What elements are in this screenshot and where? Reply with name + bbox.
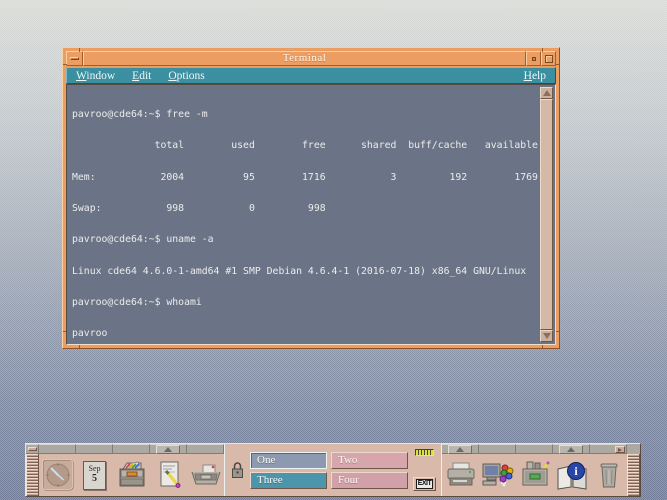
strip-segment — [553, 444, 590, 454]
workspace-button-one[interactable]: One — [250, 452, 327, 469]
workspace-button-four[interactable]: Four — [331, 472, 408, 489]
file-cabinet-icon — [116, 460, 148, 490]
terminal-content[interactable]: pavroo@cde64:~$ free -m total used free … — [66, 84, 556, 345]
terminal-line: pavroo@cde64:~$ whoami — [72, 298, 537, 308]
arrow-down-icon — [543, 333, 551, 339]
minimize-button[interactable] — [526, 51, 541, 66]
strip-grip-cap — [26, 444, 39, 454]
scroll-down-button[interactable] — [540, 330, 553, 342]
calendar-month: Sep — [84, 464, 105, 474]
front-panel: Sep 5 — [25, 443, 641, 497]
resize-notch — [63, 64, 67, 65]
arrow-up-icon — [164, 447, 172, 452]
text-editor-button[interactable] — [150, 460, 187, 490]
workspace-button-three[interactable]: Three — [250, 472, 327, 489]
trash-button[interactable] — [590, 460, 627, 490]
panel-grip-left[interactable] — [26, 454, 39, 496]
strip-segment — [516, 444, 553, 454]
titlebar[interactable]: Terminal — [66, 51, 556, 66]
busy-light-indicator — [415, 449, 434, 456]
scrollbar-thumb[interactable] — [540, 99, 553, 330]
subpanel-strip-right — [442, 444, 640, 454]
strip-segment — [76, 444, 113, 454]
panel-grip-right[interactable] — [627, 454, 640, 496]
strip-segment — [150, 444, 187, 454]
lock-icon[interactable] — [230, 460, 245, 480]
clock-icon — [42, 459, 74, 491]
scroll-up-button[interactable] — [540, 87, 553, 99]
strip-segment — [187, 444, 224, 454]
panel-minimize-icon[interactable] — [615, 446, 625, 453]
workspace-button-two[interactable]: Two — [331, 452, 408, 469]
style-manager-icon — [481, 460, 515, 490]
maximize-button[interactable] — [541, 51, 556, 66]
printer-icon — [445, 461, 477, 489]
strip-segment — [590, 444, 627, 454]
subpanel-arrow-apps[interactable] — [156, 445, 180, 454]
resize-notch — [542, 48, 543, 52]
arrow-up-icon — [456, 447, 464, 452]
arrow-up-icon — [567, 447, 575, 452]
terminal-line: pavroo@cde64:~$ uname -a — [72, 235, 537, 245]
menu-help[interactable]: Help — [524, 70, 546, 82]
resize-notch — [79, 48, 80, 52]
terminal-line: pavroo — [72, 329, 537, 339]
menu-edit[interactable]: Edit — [132, 70, 151, 82]
clock-button[interactable] — [39, 459, 76, 491]
window-menu-icon — [70, 57, 79, 60]
application-manager-button[interactable] — [516, 460, 553, 490]
window-title[interactable]: Terminal — [83, 51, 526, 66]
exit-label: EXIT — [416, 479, 434, 489]
calendar-day: 5 — [84, 474, 105, 484]
minimize-icon — [532, 57, 536, 61]
arrow-up-icon — [543, 90, 551, 96]
window-menu-button[interactable] — [66, 51, 83, 66]
menubar: Window Edit Options Help — [66, 67, 556, 84]
resize-notch — [555, 64, 559, 65]
menu-window[interactable]: Window — [76, 70, 115, 82]
maximize-icon — [545, 55, 553, 63]
style-manager-button[interactable] — [479, 460, 516, 490]
scrollbar[interactable] — [540, 87, 553, 342]
help-book-icon: i — [555, 460, 589, 490]
terminal-text[interactable]: pavroo@cde64:~$ free -m total used free … — [72, 89, 537, 341]
calendar-button[interactable]: Sep 5 — [76, 461, 113, 490]
workspace-buttons: One Two Three Four — [250, 452, 408, 489]
notepad-pencil-icon — [154, 460, 184, 490]
help-manager-button[interactable]: i — [553, 460, 590, 490]
terminal-line: Swap: 998 0 998 — [72, 204, 537, 214]
strip-segment — [479, 444, 516, 454]
arrow-right-icon — [618, 448, 622, 452]
menu-options[interactable]: Options — [168, 70, 204, 82]
subpanel-arrow-printers[interactable] — [448, 445, 472, 454]
terminal-window[interactable]: Terminal Window Edit Options Help pavroo… — [62, 47, 560, 349]
exit-button[interactable]: EXIT — [413, 477, 436, 491]
terminal-line: pavroo@cde64:~$ free -m — [72, 110, 537, 120]
terminal-line: Linux cde64 4.6.0-1-amd64 #1 SMP Debian … — [72, 267, 537, 277]
app-drawer-icon — [519, 460, 551, 490]
terminal-line: total used free shared buff/cache availa… — [72, 141, 537, 151]
trash-can-icon — [597, 460, 621, 490]
mailer-button[interactable] — [187, 462, 224, 488]
file-manager-button[interactable] — [113, 460, 150, 490]
printer-button[interactable] — [442, 461, 479, 489]
strip-segment — [442, 444, 479, 454]
strip-segment — [39, 444, 76, 454]
workspace-switcher: One Two Three Four EXIT — [224, 444, 442, 496]
subpanel-strip-left — [26, 444, 224, 454]
panel-handle-icon[interactable] — [28, 447, 37, 451]
mail-tray-icon — [189, 462, 223, 488]
calendar-icon: Sep 5 — [83, 461, 106, 490]
strip-segment — [113, 444, 150, 454]
subpanel-arrow-help[interactable] — [559, 445, 583, 454]
terminal-line: Mem: 2004 95 1716 3 192 1769 — [72, 173, 537, 183]
